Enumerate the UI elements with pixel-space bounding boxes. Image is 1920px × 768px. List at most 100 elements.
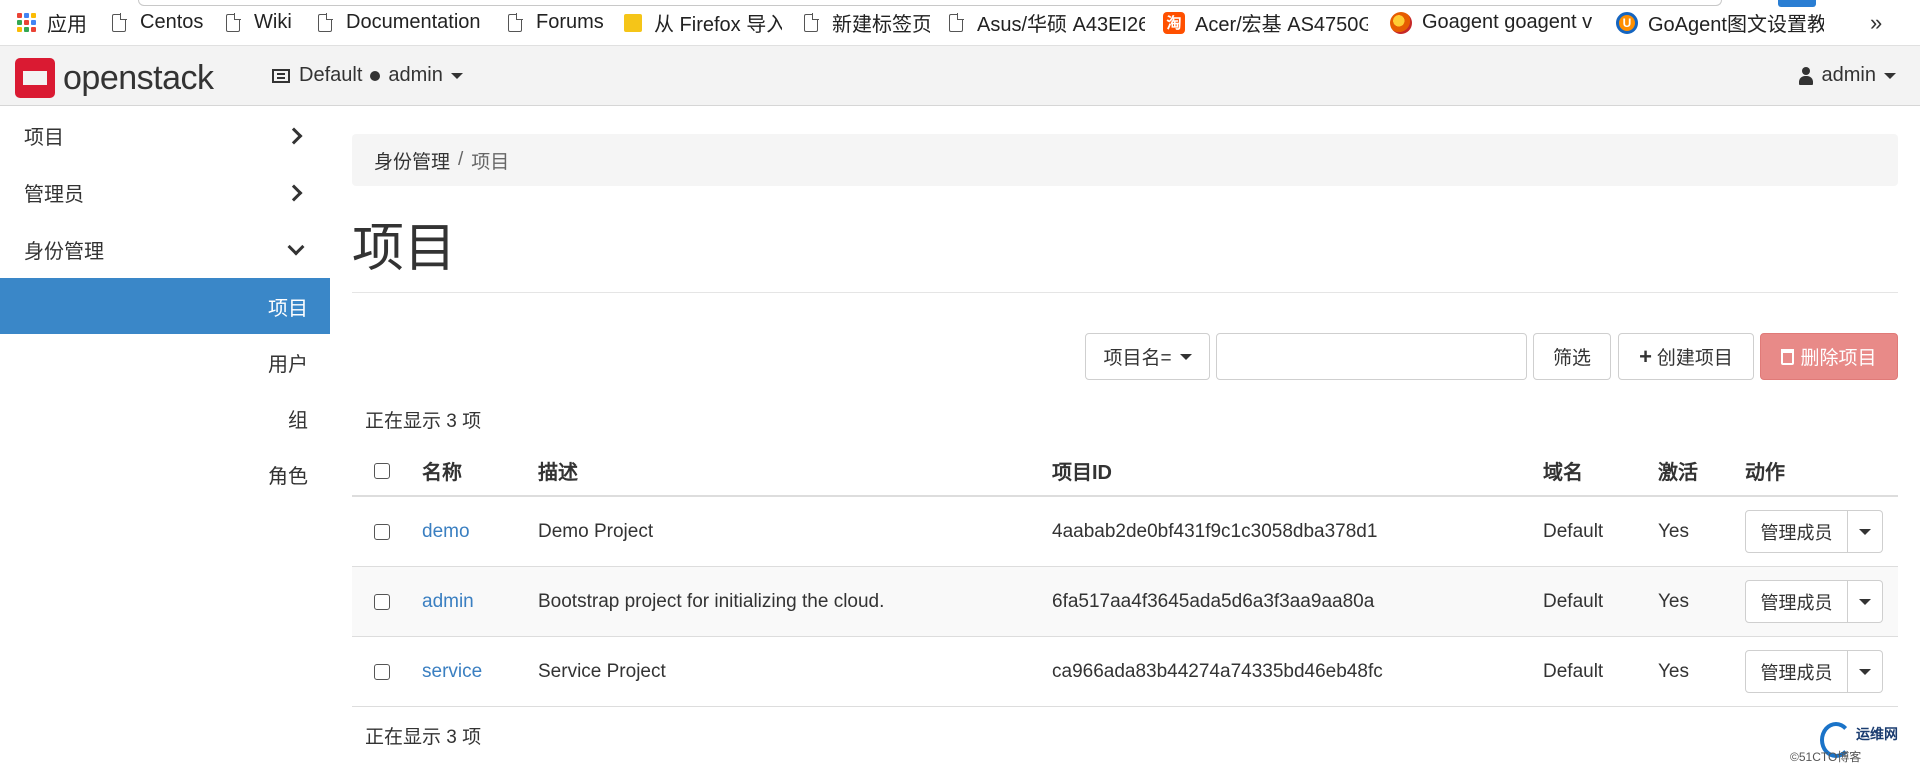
openstack-logo[interactable]: openstack bbox=[15, 58, 214, 98]
bookmark-acer[interactable]: 淘 Acer/宏基 AS4750G bbox=[1163, 0, 1368, 46]
project-description: Bootstrap project for initializing the c… bbox=[538, 590, 885, 612]
sidebar-item-project[interactable]: 项目 bbox=[0, 107, 330, 164]
row-actions-dropdown[interactable] bbox=[1848, 650, 1883, 693]
apps-grid-icon bbox=[15, 12, 37, 34]
breadcrumb: 身份管理 / 项目 bbox=[352, 134, 1898, 186]
page-title: 项目 bbox=[352, 220, 457, 278]
bookmark-label: 从 Firefox 导入 bbox=[654, 14, 782, 36]
context-domain: Default bbox=[299, 64, 363, 86]
create-project-button[interactable]: + 创建项目 bbox=[1618, 333, 1754, 380]
sidebar-subitem-groups[interactable]: 组 bbox=[0, 390, 330, 446]
row-actions: 管理成员 bbox=[1745, 580, 1883, 623]
bookmark-label: Asus/华硕 A43EI267 bbox=[977, 14, 1145, 36]
delete-projects-button[interactable]: 删除项目 bbox=[1760, 333, 1898, 380]
item-count-bottom: 正在显示 3 项 bbox=[365, 727, 482, 748]
sidebar-item-label: 身份管理 bbox=[24, 241, 104, 263]
row-checkbox[interactable] bbox=[374, 663, 390, 680]
caret-down-icon bbox=[1859, 668, 1871, 675]
bookmark-label: Wiki bbox=[254, 11, 292, 33]
sidebar-item-admin[interactable]: 管理员 bbox=[0, 164, 330, 221]
page-icon bbox=[504, 12, 526, 34]
bookmark-forums[interactable]: Forums bbox=[504, 0, 604, 46]
breadcrumb-separator: / bbox=[458, 149, 464, 170]
bookmarks-bar: 应用 Centos Wiki Documentation Forums 从 Fi… bbox=[0, 0, 1920, 46]
project-id: 4aabab2de0bf431f9c1c3058dba378d1 bbox=[1052, 520, 1378, 542]
row-actions: 管理成员 bbox=[1745, 650, 1883, 693]
bookmark-asus[interactable]: Asus/华硕 A43EI267 bbox=[945, 0, 1145, 46]
select-all-checkbox[interactable] bbox=[374, 462, 390, 479]
user-name: admin bbox=[1821, 64, 1876, 86]
project-name-link[interactable]: demo bbox=[422, 521, 470, 543]
row-actions: 管理成员 bbox=[1745, 510, 1883, 553]
sidebar-item-label: 管理员 bbox=[24, 184, 84, 206]
bookmark-goagent[interactable]: Goagent goagent v bbox=[1390, 0, 1595, 46]
sidebar-item-label: 项目 bbox=[24, 127, 64, 149]
watermark-title: 运维网 bbox=[1856, 726, 1898, 742]
manage-members-button[interactable]: 管理成员 bbox=[1745, 650, 1848, 693]
top-navbar: openstack Default admin admin bbox=[0, 46, 1920, 106]
header-name[interactable]: 名称 bbox=[422, 456, 462, 485]
sidebar-item-identity[interactable]: 身份管理 bbox=[0, 221, 330, 278]
header-domain[interactable]: 域名 bbox=[1543, 456, 1583, 485]
filter-field-dropdown[interactable]: 项目名= bbox=[1085, 333, 1210, 380]
plus-icon: + bbox=[1639, 343, 1652, 369]
filter-input[interactable] bbox=[1216, 333, 1527, 380]
header-description[interactable]: 描述 bbox=[538, 456, 578, 485]
user-icon bbox=[1798, 66, 1813, 85]
project-context-dropdown[interactable]: Default admin bbox=[272, 64, 463, 87]
sidebar-subitem-label: 组 bbox=[288, 409, 308, 432]
caret-down-icon bbox=[1179, 353, 1192, 360]
sidebar: 项目 管理员 身份管理 项目 用户 组 角色 bbox=[0, 107, 330, 768]
bookmark-goagent-guide[interactable]: U GoAgent图文设置教 bbox=[1616, 0, 1824, 46]
bookmark-wiki[interactable]: Wiki bbox=[222, 0, 300, 46]
breadcrumb-current: 项目 bbox=[471, 151, 510, 173]
project-name-link[interactable]: service bbox=[422, 661, 482, 683]
bookmark-firefox-import[interactable]: 从 Firefox 导入 bbox=[622, 0, 782, 46]
filter-button-label: 筛选 bbox=[1552, 348, 1591, 369]
item-count-top: 正在显示 3 项 bbox=[365, 411, 482, 432]
bookmark-centos[interactable]: Centos bbox=[108, 0, 208, 46]
header-enabled[interactable]: 激活 bbox=[1658, 456, 1698, 485]
header-actions: 动作 bbox=[1745, 462, 1785, 484]
manage-members-button[interactable]: 管理成员 bbox=[1745, 580, 1848, 623]
table-header: 名称 描述 项目ID 域名 激活 动作 bbox=[352, 446, 1898, 497]
filter-button[interactable]: 筛选 bbox=[1533, 333, 1611, 380]
row-actions-dropdown[interactable] bbox=[1848, 510, 1883, 553]
watermark: 运维网 ©51CTO博客 bbox=[1790, 716, 1916, 768]
brand-name: openstack bbox=[63, 58, 214, 97]
caret-down-icon bbox=[1884, 72, 1896, 79]
openstack-logo-icon bbox=[15, 58, 55, 98]
row-checkbox[interactable] bbox=[374, 523, 390, 540]
bookmark-label: Goagent goagent v bbox=[1422, 11, 1593, 33]
bookmark-label: Documentation bbox=[346, 11, 481, 33]
list-icon bbox=[272, 68, 290, 83]
sidebar-subitem-label: 用户 bbox=[268, 353, 308, 376]
project-domain: Default bbox=[1543, 520, 1604, 542]
bookmarks-overflow-button[interactable]: » bbox=[1870, 10, 1882, 36]
header-project-id[interactable]: 项目ID bbox=[1052, 456, 1112, 485]
manage-members-button[interactable]: 管理成员 bbox=[1745, 510, 1848, 553]
bookmark-apps[interactable]: 应用 bbox=[15, 0, 90, 46]
filter-field-label: 项目名= bbox=[1103, 348, 1172, 369]
sidebar-subitem-roles[interactable]: 角色 bbox=[0, 446, 330, 502]
chevron-down-icon bbox=[287, 238, 305, 255]
user-menu-dropdown[interactable]: admin bbox=[1798, 64, 1896, 87]
sidebar-subitem-users[interactable]: 用户 bbox=[0, 334, 330, 390]
title-divider bbox=[352, 292, 1898, 293]
sidebar-subitem-projects[interactable]: 项目 bbox=[0, 278, 330, 334]
taobao-icon: 淘 bbox=[1163, 11, 1185, 34]
bookmark-new-tab[interactable]: 新建标签页 bbox=[800, 0, 930, 46]
sidebar-subitem-label: 项目 bbox=[268, 297, 308, 320]
project-domain: Default bbox=[1543, 660, 1604, 682]
project-description: Demo Project bbox=[538, 520, 654, 542]
row-actions-dropdown[interactable] bbox=[1848, 580, 1883, 623]
row-checkbox[interactable] bbox=[374, 593, 390, 610]
page-icon bbox=[945, 12, 967, 34]
project-name-link[interactable]: admin bbox=[422, 591, 474, 613]
table-row: service Service Project ca966ada83b44274… bbox=[352, 637, 1898, 707]
project-id: 6fa517aa4f3645ada5d6a3f3aa9aa80a bbox=[1052, 590, 1375, 612]
bookmark-documentation[interactable]: Documentation bbox=[314, 0, 486, 46]
project-enabled: Yes bbox=[1658, 590, 1689, 612]
breadcrumb-parent[interactable]: 身份管理 bbox=[374, 147, 450, 174]
caret-down-icon bbox=[1859, 528, 1871, 535]
